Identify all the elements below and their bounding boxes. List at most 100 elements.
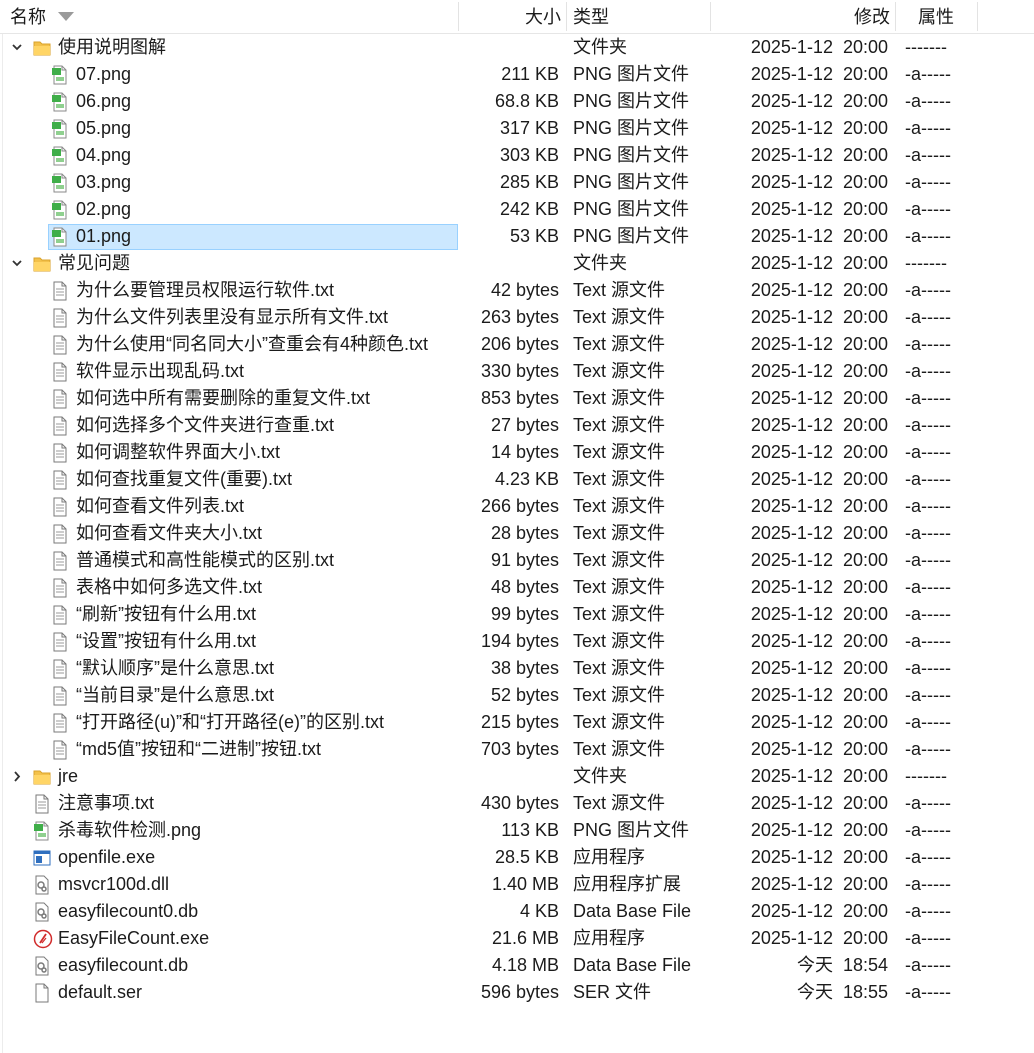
item-name[interactable]: 如何选择多个文件夹进行查重.txt — [76, 412, 334, 439]
item-type: Text 源文件 — [573, 631, 666, 651]
item-name[interactable]: 为什么使用“同名同大小”查重会有4种颜色.txt — [76, 331, 428, 358]
file-row[interactable]: default.ser 596 bytes SER 文件 今天 18:55 -a----… — [0, 979, 1034, 1006]
item-name[interactable]: easyfilecount0.db — [58, 898, 198, 925]
item-name[interactable]: 03.png — [76, 169, 131, 196]
file-row[interactable]: 为什么文件列表里没有显示所有文件.txt 263 bytes Text 源文件 202… — [0, 304, 1034, 331]
chevron-down-icon[interactable] — [7, 250, 27, 277]
column-header-type[interactable]: 类型 — [573, 0, 609, 33]
file-row[interactable]: easyfilecount.db 4.18 MB Data Base File 今天 … — [0, 952, 1034, 979]
item-name[interactable]: jre — [58, 763, 78, 790]
file-row[interactable]: openfile.exe 28.5 KB 应用程序 2025-1-12 20:00 -a… — [0, 844, 1034, 871]
file-row[interactable]: 如何选择多个文件夹进行查重.txt 27 bytes Text 源文件 2025-1-… — [0, 412, 1034, 439]
file-row[interactable]: 02.png 242 KB PNG 图片文件 2025-1-12 20:00 -a---… — [0, 196, 1034, 223]
column-divider[interactable] — [895, 2, 896, 31]
item-name[interactable]: 02.png — [76, 196, 131, 223]
item-size: 4 KB — [519, 901, 559, 921]
item-name[interactable]: easyfilecount.db — [58, 952, 188, 979]
item-name[interactable]: “刷新”按钮有什么用.txt — [76, 601, 256, 628]
item-name[interactable]: EasyFileCount.exe — [58, 925, 209, 952]
file-row[interactable]: 普通模式和高性能模式的区别.txt 91 bytes Text 源文件 2025-1-… — [0, 547, 1034, 574]
item-name[interactable]: 软件显示出现乱码.txt — [76, 358, 244, 385]
file-row[interactable]: easyfilecount0.db 4 KB Data Base File 2025-… — [0, 898, 1034, 925]
file-row[interactable]: “md5值”按钮和“二进制”按钮.txt 703 bytes Text 源文件 202… — [0, 736, 1034, 763]
item-attributes: -a----- — [905, 415, 951, 435]
file-row[interactable]: 如何查看文件夹大小.txt 28 bytes Text 源文件 2025-1-12 2… — [0, 520, 1034, 547]
item-name[interactable]: 注意事项.txt — [58, 790, 154, 817]
chevron-down-icon[interactable] — [7, 34, 27, 61]
item-modified: 2025-1-12 20:00 — [750, 523, 888, 543]
file-row[interactable]: EasyFileCount.exe 21.6 MB 应用程序 2025-1-12 20… — [0, 925, 1034, 952]
column-header-attributes[interactable]: 属性 — [918, 0, 954, 33]
item-name[interactable]: 如何查找重复文件(重要).txt — [76, 466, 292, 493]
item-size: 853 bytes — [480, 388, 559, 408]
item-name[interactable]: msvcr100d.dll — [58, 871, 169, 898]
file-row[interactable]: “打开路径(u)”和“打开路径(e)”的区别.txt 215 bytes Text … — [0, 709, 1034, 736]
file-row[interactable]: 07.png 211 KB PNG 图片文件 2025-1-12 20:00 -a---… — [0, 61, 1034, 88]
text-file-icon — [51, 389, 69, 409]
item-name[interactable]: 表格中如何多选文件.txt — [76, 574, 262, 601]
file-row[interactable]: “当前目录”是什么意思.txt 52 bytes Text 源文件 2025-1-12… — [0, 682, 1034, 709]
item-name[interactable]: 为什么文件列表里没有显示所有文件.txt — [76, 304, 388, 331]
folder-row[interactable]: 常见问题 文件夹 2025-1-12 20:00 ------- — [0, 250, 1034, 277]
file-row[interactable]: 注意事项.txt 430 bytes Text 源文件 2025-1-12 20:00… — [0, 790, 1034, 817]
column-header-modified[interactable]: 修改 — [710, 0, 890, 33]
item-name[interactable]: 01.png — [76, 223, 131, 250]
file-row[interactable]: “设置”按钮有什么用.txt 194 bytes Text 源文件 2025-1-12… — [0, 628, 1034, 655]
item-modified: 2025-1-12 20:00 — [750, 253, 888, 273]
item-name[interactable]: 如何调整软件界面大小.txt — [76, 439, 280, 466]
file-row[interactable]: 如何调整软件界面大小.txt 14 bytes Text 源文件 2025-1-12 … — [0, 439, 1034, 466]
folder-row[interactable]: jre 文件夹 2025-1-12 20:00 ------- — [0, 763, 1034, 790]
file-row[interactable]: msvcr100d.dll 1.40 MB 应用程序扩展 2025-1-12 20:0… — [0, 871, 1034, 898]
item-name[interactable]: 07.png — [76, 61, 131, 88]
item-name[interactable]: “默认顺序”是什么意思.txt — [76, 655, 274, 682]
item-name[interactable]: “当前目录”是什么意思.txt — [76, 682, 274, 709]
item-type: Text 源文件 — [573, 334, 666, 354]
file-row[interactable]: 如何查看文件列表.txt 266 bytes Text 源文件 2025-1-12 2… — [0, 493, 1034, 520]
item-name[interactable]: 如何查看文件列表.txt — [76, 493, 244, 520]
blank-file-icon — [33, 983, 51, 1003]
item-name[interactable]: 04.png — [76, 142, 131, 169]
item-name[interactable]: openfile.exe — [58, 844, 155, 871]
column-divider[interactable] — [977, 2, 978, 31]
item-name[interactable]: 06.png — [76, 88, 131, 115]
file-row[interactable]: 为什么使用“同名同大小”查重会有4种颜色.txt 206 bytes Text 源文… — [0, 331, 1034, 358]
item-name[interactable]: 05.png — [76, 115, 131, 142]
item-name[interactable]: 杀毒软件检测.png — [58, 817, 201, 844]
column-divider[interactable] — [566, 2, 567, 31]
item-name[interactable]: “打开路径(u)”和“打开路径(e)”的区别.txt — [76, 709, 384, 736]
item-name[interactable]: 常见问题 — [58, 250, 130, 277]
file-row[interactable]: 04.png 303 KB PNG 图片文件 2025-1-12 20:00 -a---… — [0, 142, 1034, 169]
chevron-right-icon[interactable] — [7, 763, 27, 790]
text-file-icon — [51, 308, 69, 328]
file-row[interactable]: 杀毒软件检测.png 113 KB PNG 图片文件 2025-1-12 20:00-… — [0, 817, 1034, 844]
item-name[interactable]: “md5值”按钮和“二进制”按钮.txt — [76, 736, 321, 763]
item-modified: 2025-1-12 20:00 — [750, 604, 888, 624]
file-row[interactable]: 表格中如何多选文件.txt 48 bytes Text 源文件 2025-1-12 2… — [0, 574, 1034, 601]
column-header-size[interactable]: 大小 — [458, 0, 561, 33]
item-name[interactable]: 使用说明图解 — [58, 34, 166, 61]
file-row[interactable]: 06.png 68.8 KB PNG 图片文件 2025-1-12 20:00 -a--… — [0, 88, 1034, 115]
item-name[interactable]: 如何选中所有需要删除的重复文件.txt — [76, 385, 370, 412]
item-name[interactable]: default.ser — [58, 979, 142, 1006]
file-row[interactable]: “默认顺序”是什么意思.txt 38 bytes Text 源文件 2025-1-12… — [0, 655, 1034, 682]
item-name[interactable]: 普通模式和高性能模式的区别.txt — [76, 547, 334, 574]
item-name[interactable]: 如何查看文件夹大小.txt — [76, 520, 262, 547]
column-header-name[interactable]: 名称 — [10, 0, 46, 33]
file-row[interactable]: “刷新”按钮有什么用.txt 99 bytes Text 源文件 2025-1-12 … — [0, 601, 1034, 628]
file-row[interactable]: 05.png 317 KB PNG 图片文件 2025-1-12 20:00 -a---… — [0, 115, 1034, 142]
item-modified: 2025-1-12 20:00 — [750, 307, 888, 327]
file-row[interactable]: 03.png 285 KB PNG 图片文件 2025-1-12 20:00 -a---… — [0, 169, 1034, 196]
file-row[interactable]: 为什么要管理员权限运行软件.txt 42 bytes Text 源文件 2025-1-… — [0, 277, 1034, 304]
sort-descending-icon[interactable] — [58, 12, 74, 21]
item-attributes: -a----- — [905, 739, 951, 759]
folder-row[interactable]: 使用说明图解 文件夹 2025-1-12 20:00 ------- — [0, 34, 1034, 61]
file-row[interactable]: 软件显示出现乱码.txt 330 bytes Text 源文件 2025-1-12 2… — [0, 358, 1034, 385]
item-modified: 2025-1-12 20:00 — [750, 820, 888, 840]
file-row[interactable]: 如何查找重复文件(重要).txt 4.23 KB Text 源文件 2025-1-12… — [0, 466, 1034, 493]
item-size — [419, 250, 559, 277]
item-name[interactable]: 为什么要管理员权限运行软件.txt — [76, 277, 334, 304]
file-row[interactable]: 如何选中所有需要删除的重复文件.txt 853 bytes Text 源文件 2025… — [0, 385, 1034, 412]
item-name[interactable]: “设置”按钮有什么用.txt — [76, 628, 256, 655]
item-attributes: -a----- — [905, 820, 951, 840]
file-row[interactable]: 01.png 53 KB PNG 图片文件 2025-1-12 20:00 -a----… — [0, 223, 1034, 250]
